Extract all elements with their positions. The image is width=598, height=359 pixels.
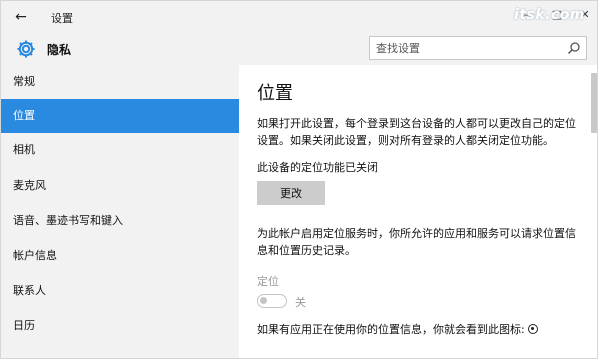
page-title: 位置 bbox=[257, 83, 293, 104]
device-location-status: 此设备的定位功能已关闭 bbox=[257, 161, 378, 174]
watermark: itsk.com bbox=[514, 7, 585, 23]
location-toggle[interactable] bbox=[257, 294, 287, 308]
main-content: 位置 如果打开此设置，每个登录到这台设备的人都可以更改自己的定位设置。如果关闭此… bbox=[239, 65, 597, 358]
gear-icon bbox=[17, 40, 35, 58]
sidebar-item-location[interactable]: 位置 bbox=[1, 99, 239, 133]
location-in-use-icon bbox=[527, 324, 538, 334]
toggle-state-text: 关 bbox=[295, 296, 306, 309]
scrollbar[interactable] bbox=[591, 73, 597, 133]
title-bar: ← 设置 — □ ✕ itsk.com bbox=[1, 1, 597, 33]
back-button[interactable]: ← bbox=[11, 7, 31, 27]
account-location-info: 为此帐户启用定位服务时，你所允许的应用和服务可以请求位置信息和位置历史记录。 bbox=[257, 227, 576, 257]
section-header: 隐私 bbox=[1, 33, 597, 65]
app-title: 设置 bbox=[51, 12, 73, 25]
settings-window: ← 设置 — □ ✕ itsk.com 隐私 常规 位置 相机 bbox=[0, 0, 598, 359]
location-icon-note-text: 如果有应用正在使用你的位置信息，你就会看到此图标: bbox=[257, 323, 525, 336]
sidebar-item-general[interactable]: 常规 bbox=[1, 65, 239, 99]
search-input[interactable] bbox=[376, 40, 561, 56]
sidebar: 常规 位置 相机 麦克风 语音、墨迹书写和键入 帐户信息 联系人 日历 bbox=[1, 65, 239, 358]
sidebar-item-calendar[interactable]: 日历 bbox=[1, 309, 239, 343]
location-description: 如果打开此设置，每个登录到这台设备的人都可以更改自己的定位设置。如果关闭此设置，… bbox=[257, 117, 576, 147]
search-icon[interactable] bbox=[567, 41, 581, 55]
section-title: 隐私 bbox=[47, 43, 72, 57]
change-button[interactable]: 更改 bbox=[257, 181, 325, 205]
search-box[interactable] bbox=[369, 36, 587, 60]
sidebar-item-account-info[interactable]: 帐户信息 bbox=[1, 239, 239, 273]
toggle-knob bbox=[260, 297, 267, 304]
location-icon-note: 如果有应用正在使用你的位置信息，你就会看到此图标: bbox=[257, 321, 581, 338]
sidebar-item-microphone[interactable]: 麦克风 bbox=[1, 169, 239, 203]
sidebar-item-speech-inking-typing[interactable]: 语音、墨迹书写和键入 bbox=[1, 204, 239, 238]
sidebar-item-contacts[interactable]: 联系人 bbox=[1, 274, 239, 308]
sidebar-item-camera[interactable]: 相机 bbox=[1, 133, 239, 167]
location-toggle-label: 定位 bbox=[257, 275, 279, 288]
